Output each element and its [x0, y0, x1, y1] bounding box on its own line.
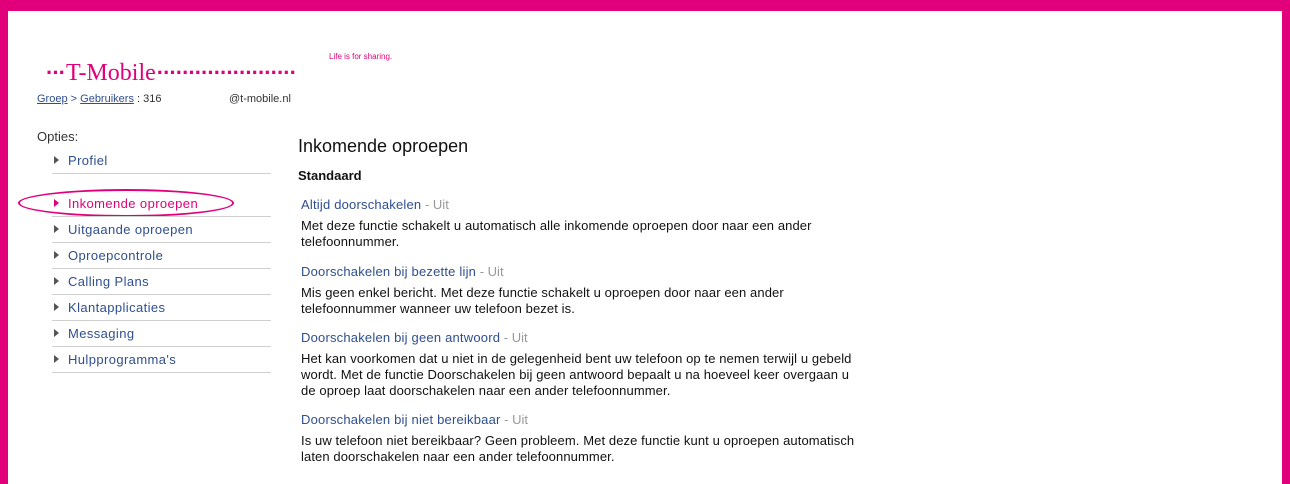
triangle-right-icon [54, 156, 59, 164]
breadcrumb-user-id: : 316 [137, 93, 162, 105]
sidebar-item-profiel[interactable]: Profiel [37, 148, 271, 174]
setting-link[interactable]: Doorschakelen bij bezette lijn [301, 264, 476, 279]
sidebar-item-oproepcontrole[interactable]: Oproepcontrole [37, 243, 271, 269]
sidebar-item-label: Messaging [68, 326, 135, 341]
setting-altijd-doorschakelen: Altijd doorschakelen - Uit Met deze func… [301, 196, 861, 250]
sidebar-item-messaging[interactable]: Messaging [37, 321, 271, 347]
setting-niet-bereikbaar: Doorschakelen bij niet bereikbaar - Uit … [301, 411, 861, 465]
sidebar-item-label: Klantapplicaties [68, 300, 166, 315]
setting-status: - Uit [500, 330, 528, 345]
setting-link[interactable]: Altijd doorschakelen [301, 197, 421, 212]
sidebar-item-label: Inkomende oproepen [68, 196, 199, 211]
setting-description: Het kan voorkomen dat u niet in de geleg… [301, 351, 852, 398]
sidebar-item-inkomende-oproepen[interactable]: Inkomende oproepen [37, 191, 271, 217]
sidebar-item-calling-plans[interactable]: Calling Plans [37, 269, 271, 295]
setting-description: Is uw telefoon niet bereikbaar? Geen pro… [301, 433, 855, 464]
sidebar-item-uitgaande-oproepen[interactable]: Uitgaande oproepen [37, 217, 271, 243]
breadcrumb-separator: > [70, 93, 78, 105]
sidebar-item-label: Calling Plans [68, 274, 150, 289]
sidebar-item-label: Profiel [68, 153, 108, 168]
triangle-right-icon [54, 329, 59, 337]
breadcrumb-users-link[interactable]: Gebruikers [80, 93, 134, 105]
logo-dots-right: ······················ [156, 60, 297, 85]
breadcrumb: Groep > Gebruikers : 316 @t-mobile.nl [37, 93, 291, 105]
setting-status: - Uit [500, 412, 528, 427]
triangle-right-icon [54, 199, 59, 207]
logo-dots-left: ··· [46, 60, 66, 85]
triangle-right-icon [54, 251, 59, 259]
setting-link[interactable]: Doorschakelen bij niet bereikbaar [301, 412, 501, 427]
setting-status: - Uit [476, 264, 504, 279]
sidebar-item-label: Hulpprogramma's [68, 352, 177, 367]
sidebar-item-label: Uitgaande oproepen [68, 222, 194, 237]
logo-tagline: Life is for sharing. [329, 52, 393, 61]
triangle-right-icon [54, 225, 59, 233]
setting-description: Mis geen enkel bericht. Met deze functie… [301, 285, 784, 316]
breadcrumb-group-link[interactable]: Groep [37, 93, 68, 105]
sidebar-item-label: Oproepcontrole [68, 248, 164, 263]
divider [52, 372, 271, 373]
setting-geen-antwoord: Doorschakelen bij geen antwoord - Uit He… [301, 329, 861, 399]
setting-description: Met deze functie schakelt u automatisch … [301, 218, 812, 249]
section-subtitle: Standaard [298, 168, 362, 183]
options-title: Opties: [37, 129, 79, 144]
setting-bezette-lijn: Doorschakelen bij bezette lijn - Uit Mis… [301, 263, 861, 317]
sidebar-item-klantapplicaties[interactable]: Klantapplicaties [37, 295, 271, 321]
triangle-right-icon [54, 355, 59, 363]
page-title: Inkomende oproepen [298, 136, 469, 156]
t-mobile-logo: ··· T-Mobile ······················ [46, 60, 297, 86]
divider [52, 173, 271, 174]
setting-link[interactable]: Doorschakelen bij geen antwoord [301, 330, 500, 345]
triangle-right-icon [54, 303, 59, 311]
logo-brand-text: T-Mobile [65, 60, 156, 86]
sidebar-item-hulpprogrammas[interactable]: Hulpprogramma's [37, 347, 271, 373]
user-email: @t-mobile.nl [229, 93, 291, 105]
triangle-right-icon [54, 277, 59, 285]
setting-status: - Uit [421, 197, 449, 212]
